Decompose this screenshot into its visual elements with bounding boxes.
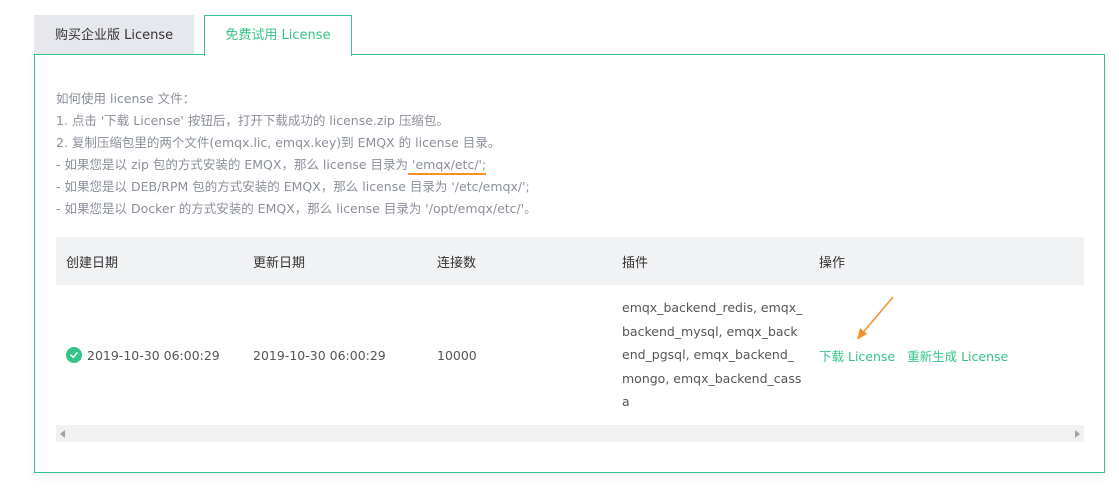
download-license-link[interactable]: 下载 License — [819, 349, 895, 364]
table-row: 2019-10-30 06:00:29 2019-10-30 06:00:29 … — [56, 285, 1084, 425]
plugins-list: emqx_backend_redis, emqx_backend_mysql, … — [622, 300, 803, 410]
license-usage-guide: 如何使用 license 文件： 1. 点击 '下载 License' 按钮后，… — [56, 88, 537, 220]
cell-created: 2019-10-30 06:00:29 — [56, 347, 243, 363]
guide-step-1: 1. 点击 '下载 License' 按钮后，打开下载成功的 license.z… — [56, 113, 449, 128]
guide-docker: - 如果您是以 Docker 的方式安装的 EMQX，那么 license 目录… — [56, 201, 537, 216]
check-circle-icon — [66, 347, 82, 363]
tab-buy-enterprise[interactable]: 购买企业版 License — [34, 15, 194, 55]
created-date: 2019-10-30 06:00:29 — [87, 347, 220, 363]
table-header: 创建日期 更新日期 连接数 插件 操作 — [56, 237, 1084, 285]
cell-updated: 2019-10-30 06:00:29 — [253, 347, 386, 363]
cell-actions: 下载 License 重新生成 License — [809, 346, 1084, 365]
header-updated: 更新日期 — [253, 255, 306, 271]
header-created: 创建日期 — [66, 255, 119, 271]
tab-free-trial[interactable]: 免费试用 License — [204, 15, 352, 56]
tab-panel: 如何使用 license 文件： 1. 点击 '下载 License' 按钮后，… — [34, 54, 1105, 473]
license-table: 创建日期 更新日期 连接数 插件 操作 2019-10-30 06:00:29 … — [56, 237, 1084, 442]
cell-connections: 10000 — [437, 347, 477, 363]
guide-deb: - 如果您是以 DEB/RPM 包的方式安装的 EMQX，那么 license … — [56, 179, 530, 194]
scroll-left-icon[interactable] — [60, 429, 65, 438]
guide-zip: - 如果您是以 zip 包的方式安装的 EMQX，那么 license 目录为 … — [56, 154, 537, 176]
license-page: 购买企业版 License 免费试用 License 如何使用 license … — [0, 0, 1119, 491]
guide-zip-path: 'emqx/etc/'; — [408, 157, 487, 172]
guide-title: 如何使用 license 文件： — [56, 91, 196, 106]
header-actions: 操作 — [819, 255, 846, 271]
scroll-right-icon[interactable] — [1075, 429, 1080, 438]
guide-step-2: 2. 复制压缩包里的两个文件(emqx.lic, emqx.key)到 EMQX… — [56, 135, 501, 150]
guide-zip-text: - 如果您是以 zip 包的方式安装的 EMQX，那么 license 目录为 — [56, 157, 409, 172]
header-plugins: 插件 — [622, 255, 649, 271]
regenerate-license-link[interactable]: 重新生成 License — [907, 349, 1008, 364]
license-tabs: 购买企业版 License 免费试用 License — [34, 15, 352, 56]
horizontal-scrollbar[interactable] — [56, 425, 1084, 442]
annotation-arrow-icon — [857, 296, 894, 340]
header-connections: 连接数 — [437, 255, 477, 271]
cell-plugins: emqx_backend_redis, emqx_backend_mysql, … — [612, 296, 809, 414]
